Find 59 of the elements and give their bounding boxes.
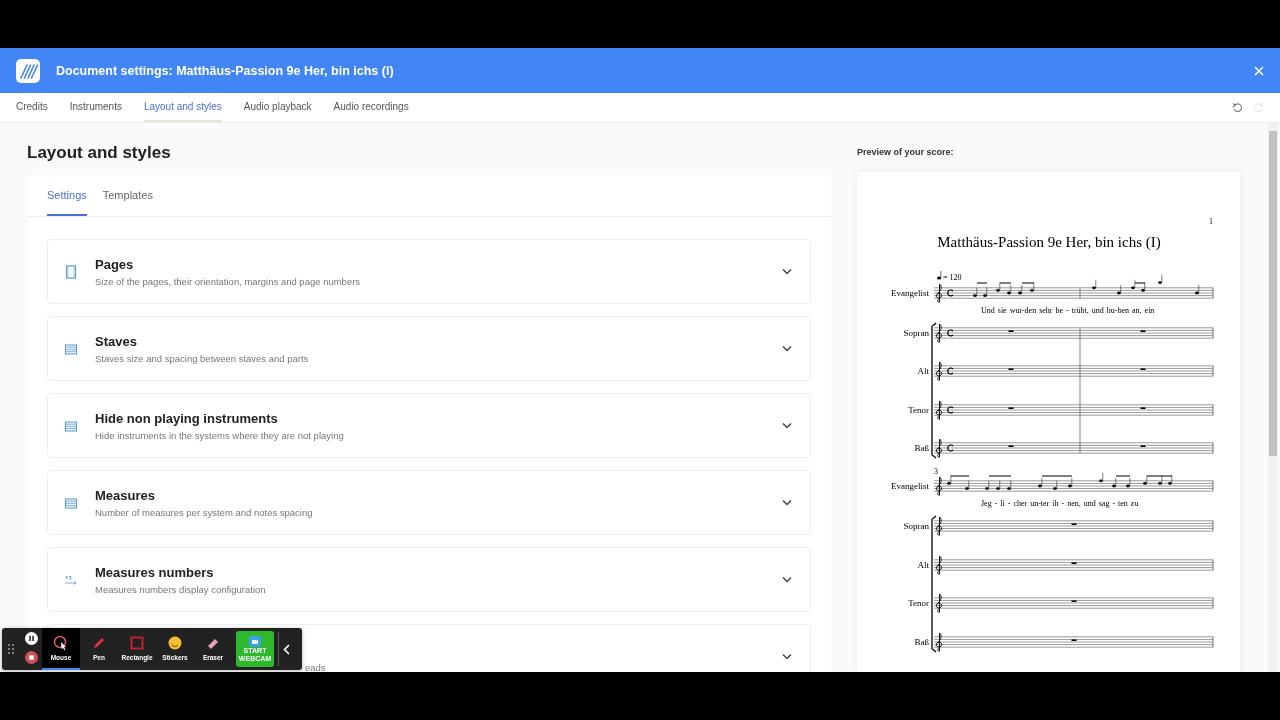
page-heading: Layout and styles bbox=[27, 143, 172, 163]
section-description: eads bbox=[305, 662, 327, 672]
square-icon bbox=[129, 635, 145, 651]
page-icon bbox=[64, 264, 78, 279]
table-icon bbox=[64, 341, 78, 356]
section-description: Staves size and spacing between staves and parts bbox=[95, 352, 310, 364]
instrument-name: Tenor bbox=[908, 405, 929, 415]
drag-handle-icon[interactable] bbox=[8, 644, 14, 654]
instrument-name: Alt bbox=[917, 366, 929, 376]
instrument-name: Evangelist bbox=[891, 481, 929, 491]
preview-label: Preview of your score: bbox=[857, 147, 955, 157]
section-title: Measures numbers bbox=[95, 564, 215, 580]
sub-tab[interactable]: Settings bbox=[47, 175, 87, 216]
chevron-icon[interactable] bbox=[782, 422, 792, 429]
section-title: Measures bbox=[95, 487, 156, 503]
pen-icon bbox=[91, 635, 107, 651]
chevron-icon[interactable] bbox=[782, 653, 792, 660]
section-title: Staves bbox=[95, 333, 138, 349]
instrument-name: Baß bbox=[914, 443, 929, 453]
pause-icon[interactable] bbox=[24, 631, 38, 648]
smiley-icon bbox=[167, 635, 183, 651]
stop-icon[interactable] bbox=[24, 650, 38, 667]
nav-tab[interactable]: Audio playback bbox=[243, 93, 312, 122]
tempo-marking: = 120 bbox=[943, 273, 962, 282]
nav-tab[interactable]: Instruments bbox=[69, 93, 122, 122]
window-title: Document settings: Matthäus-Passion 9e Her, bin ichs (I) bbox=[56, 63, 395, 78]
quarter-note-icon bbox=[937, 270, 942, 280]
instrument-name: Tenor bbox=[908, 598, 929, 608]
chevron-icon[interactable] bbox=[782, 576, 792, 583]
video-camera-icon bbox=[249, 635, 261, 647]
app-logo-icon bbox=[16, 58, 40, 83]
chevron-icon[interactable] bbox=[782, 499, 792, 506]
page-number: 1 bbox=[1209, 217, 1213, 226]
nav-tab[interactable]: Audio recordings bbox=[333, 93, 409, 122]
instrument-name: Sopran bbox=[903, 521, 929, 531]
instrument-name: Evangelist bbox=[891, 288, 929, 298]
table-icon bbox=[64, 495, 78, 510]
chevron-icon[interactable] bbox=[782, 268, 792, 275]
nav-tab[interactable]: Layout and styles bbox=[143, 93, 222, 122]
instrument-name: Sopran bbox=[903, 328, 929, 338]
chevron-icon[interactable] bbox=[782, 345, 792, 352]
section-title: Pages bbox=[95, 256, 135, 272]
section-title: Hide non playing instruments bbox=[95, 410, 279, 426]
scrollbar[interactable] bbox=[1268, 123, 1278, 672]
section-description: Number of measures per system and notes spacing bbox=[95, 506, 314, 518]
instrument-name: Alt bbox=[917, 560, 929, 570]
lyrics-text: Und sie wur-den sehr be - trübt, und hu-ben an, ein bbox=[981, 306, 1155, 315]
close-icon[interactable] bbox=[1254, 65, 1264, 76]
nav-tab[interactable]: Credits bbox=[16, 93, 48, 122]
table-icon bbox=[64, 418, 78, 433]
section-description: Hide instruments in the systems where they are not playing bbox=[95, 429, 345, 441]
sub-tab[interactable]: Templates bbox=[102, 175, 153, 216]
instrument-name: Baß bbox=[914, 637, 929, 647]
measure-number: 3 bbox=[934, 467, 938, 476]
lyrics-text: Jeg - li - cher un-ter ih - nen, und sag - ten zu bbox=[981, 499, 1139, 508]
cursor-icon bbox=[53, 635, 69, 651]
section-description: Measures numbers display configuration bbox=[95, 583, 267, 595]
score-title: Matthäus-Passion 9e Her, bin ichs (I) bbox=[937, 234, 1161, 250]
section-description: Size of the pages, their orientation, margins and page numbers bbox=[95, 275, 362, 287]
